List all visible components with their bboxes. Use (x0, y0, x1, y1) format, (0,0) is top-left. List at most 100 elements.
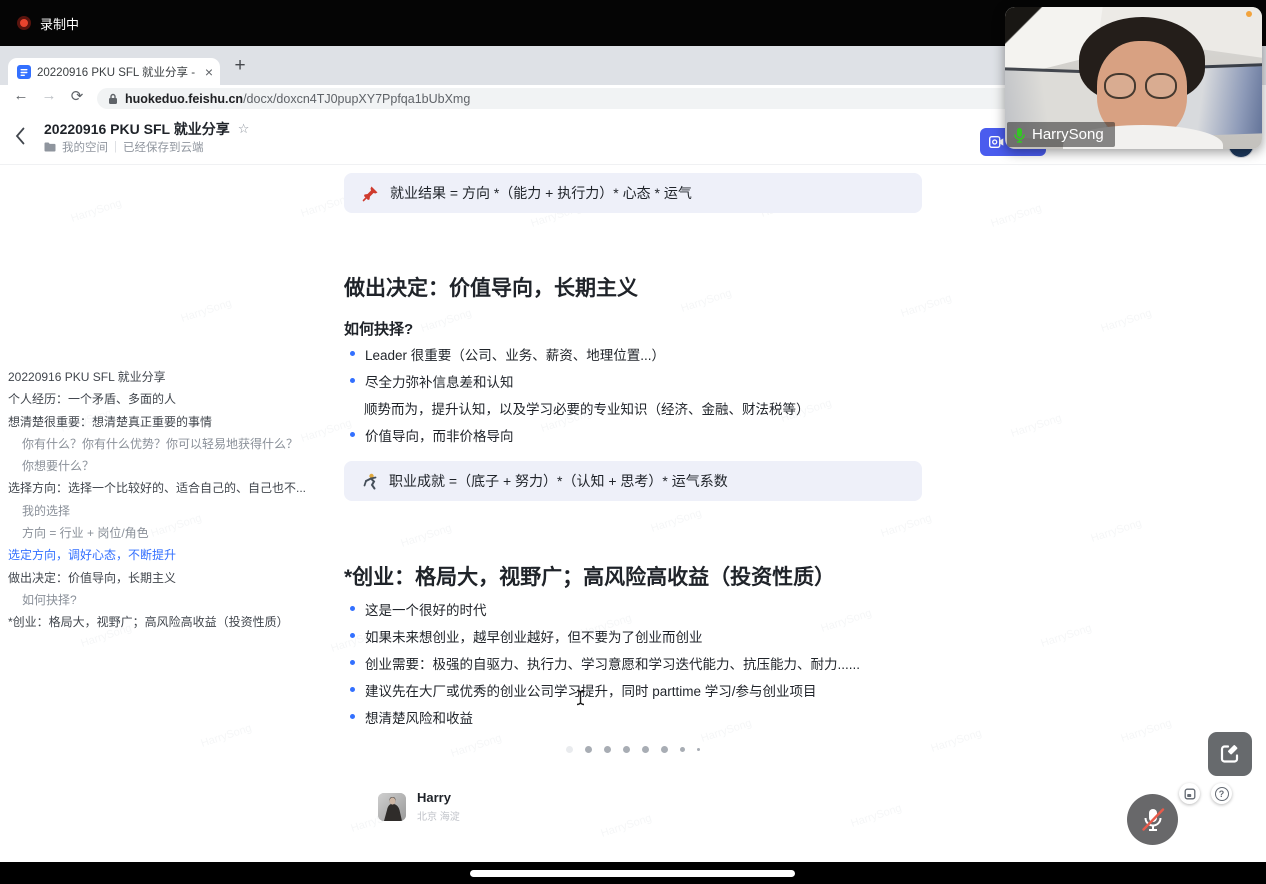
camera-status-dot (1246, 11, 1252, 17)
bullet-list: Leader 很重要（公司、业务、薪资、地理位置...） 尽全力弥补信息差和认知顺… (344, 340, 922, 448)
mic-on-icon (1013, 127, 1026, 143)
watermark-text: HarrySong (179, 297, 233, 325)
forward-button[interactable]: → (38, 87, 60, 104)
watermark-text: HarrySong (1089, 517, 1143, 545)
annotate-button[interactable] (1208, 732, 1252, 776)
outline-item[interactable]: 选定方向，调好心态，不断提升 (8, 544, 338, 566)
camera-icon (989, 136, 1004, 148)
outline-item[interactable]: 个人经历：一个矛盾、多面的人 (8, 388, 338, 410)
watermark-text: HarrySong (929, 727, 983, 755)
author-card[interactable]: Harry 北京 海淀 (378, 790, 460, 823)
pushpin-icon (362, 185, 379, 202)
watermark-text: HarrySong (1099, 307, 1153, 335)
bookmark-note-button[interactable] (1179, 783, 1200, 804)
pagination-dot (585, 746, 592, 753)
recording-icon[interactable] (17, 16, 31, 30)
pagination-dot (623, 746, 630, 753)
outline-item[interactable]: 方向 = 行业 + 岗位/角色 (8, 522, 338, 544)
doc-title: 20220916 PKU SFL 就业分享 (44, 119, 230, 139)
url-domain: huokeduo.feishu.cn (125, 92, 243, 106)
outline-item[interactable]: 你想要什么？ (8, 455, 338, 477)
section-heading[interactable]: 做出决定：价值导向，长期主义 (344, 272, 638, 302)
bullet-dot (350, 378, 355, 383)
glasses-icon (1145, 73, 1177, 99)
mic-muted-button[interactable] (1127, 794, 1178, 845)
bullet-text: 想清楚风险和收益 (365, 707, 473, 727)
watermark-text: HarrySong (199, 722, 253, 750)
person-climbing-icon (362, 473, 378, 490)
doc-outline: 20220916 PKU SFL 就业分享个人经历：一个矛盾、多面的人想清楚很重… (8, 366, 338, 634)
bullet-dot (350, 633, 355, 638)
text-line[interactable]: 顺势而为，提升认知，以及学习必要的专业知识（经济、金融、财法税等） (344, 394, 922, 421)
bullet-text: Leader 很重要（公司、业务、薪资、地理位置...） (365, 344, 665, 364)
bullet-item[interactable]: Leader 很重要（公司、业务、薪资、地理位置...） (344, 340, 922, 367)
pagination-dot (697, 748, 701, 752)
pagination-dots (344, 746, 922, 753)
doc-canvas: HarrySong HarrySong HarrySong HarrySong Harr… (0, 165, 1266, 862)
back-button[interactable]: ← (10, 87, 32, 104)
bullet-item[interactable]: 价值导向，而非价格导向 (344, 421, 922, 448)
home-indicator (470, 870, 795, 877)
watermark-text: HarrySong (989, 202, 1043, 230)
outline-item[interactable]: 选择方向：选择一个比较好的、适合自己的、自己也不... (8, 477, 338, 499)
watermark-text: HarrySong (1039, 622, 1093, 650)
bullet-text: 尽全力弥补信息差和认知 (365, 371, 514, 391)
bullet-list: 这是一个很好的时代如果未来想创业，越早创业越好，但不要为了创业而创业创业需要：极… (344, 595, 922, 730)
outline-item[interactable]: *创业：格局大，视野广；高风险高收益（投资性质） (8, 611, 338, 633)
browser-tab[interactable]: 20220916 PKU SFL 就业分享 - × (8, 58, 220, 85)
chevron-left-icon[interactable] (15, 127, 25, 145)
callout-block[interactable]: 就业结果 = 方向 *（能力 + 执行力）* 心态 * 运气 (344, 173, 922, 213)
reload-button[interactable]: ⟳ (66, 87, 88, 105)
help-button[interactable]: ? (1211, 783, 1232, 804)
bullet-text: 顺势而为，提升认知，以及学习必要的专业知识（经济、金融、财法税等） (364, 398, 810, 418)
note-icon (1184, 788, 1196, 800)
bullet-text: 如果未来想创业，越早创业越好，但不要为了创业而创业 (365, 626, 703, 646)
outline-item[interactable]: 你有什么？你有什么优势？你可以轻易地获得什么？ (8, 433, 338, 455)
watermark-text: HarrySong (1009, 412, 1063, 440)
bullet-dot (350, 714, 355, 719)
webcam-overlay[interactable]: HarrySong (1005, 7, 1262, 149)
lock-icon (108, 93, 118, 105)
bullet-text: 建议先在大厂或优秀的创业公司学习提升，同时 parttime 学习/参与创业项目 (365, 680, 817, 700)
participant-name: HarrySong (1032, 126, 1104, 143)
pencil-square-icon (1218, 742, 1242, 766)
bullet-item[interactable]: 这是一个很好的时代 (344, 595, 922, 622)
bullet-item[interactable]: 想清楚风险和收益 (344, 703, 922, 730)
outline-item[interactable]: 如何抉择? (8, 589, 338, 611)
bullet-text: 创业需要：极强的自驱力、执行力、学习意愿和学习迭代能力、抗压能力、耐力.....… (365, 653, 860, 673)
star-icon[interactable]: ☆ (238, 121, 250, 137)
outline-item[interactable]: 做出决定：价值导向，长期主义 (8, 567, 338, 589)
pagination-dot (642, 746, 649, 753)
bullet-dot (350, 660, 355, 665)
divider: | (114, 141, 117, 153)
sub-heading[interactable]: 如何抉择? (344, 318, 413, 339)
pagination-dot (661, 746, 668, 753)
bullet-item[interactable]: 建议先在大厂或优秀的创业公司学习提升，同时 parttime 学习/参与创业项目 (344, 676, 922, 703)
outline-item[interactable]: 20220916 PKU SFL 就业分享 (8, 366, 338, 388)
pagination-dot (604, 746, 611, 753)
tab-close-icon[interactable]: × (205, 65, 213, 79)
bullet-text: 价值导向，而非价格导向 (365, 425, 514, 445)
doc-favicon-icon (17, 65, 31, 79)
author-location: 北京 海淀 (417, 808, 460, 823)
bullet-item[interactable]: 如果未来想创业，越早创业越好，但不要为了创业而创业 (344, 622, 922, 649)
callout-text: 职业成就 =（底子 + 努力）*（认知 + 思考）* 运气系数 (389, 471, 728, 491)
bullet-dot (350, 687, 355, 692)
outline-item[interactable]: 我的选择 (8, 500, 338, 522)
screen: 录制中 20220916 PKU SFL 就业分享 - × + ← → ⟳ hu… (0, 0, 1266, 884)
bullet-dot (350, 351, 355, 356)
bullet-item[interactable]: 尽全力弥补信息差和认知 (344, 367, 922, 394)
glasses-icon (1104, 73, 1136, 99)
text-cursor-icon (575, 689, 586, 706)
pagination-dot (680, 747, 685, 752)
new-tab-button[interactable]: + (229, 55, 251, 77)
participant-name-tag: HarrySong (1007, 122, 1115, 147)
doc-location[interactable]: 我的空间 (62, 139, 108, 155)
author-avatar (378, 793, 406, 821)
url-path: /docx/doxcn4TJ0pupXY7Ppfqa1bUbXmg (243, 92, 470, 106)
bullet-item[interactable]: 创业需要：极强的自驱力、执行力、学习意愿和学习迭代能力、抗压能力、耐力.....… (344, 649, 922, 676)
section-heading[interactable]: *创业：格局大，视野广；高风险高收益（投资性质） (344, 561, 835, 591)
outline-item[interactable]: 想清楚很重要：想清楚真正重要的事情 (8, 411, 338, 433)
folder-icon (44, 142, 56, 152)
callout-block[interactable]: 职业成就 =（底子 + 努力）*（认知 + 思考）* 运气系数 (344, 461, 922, 501)
